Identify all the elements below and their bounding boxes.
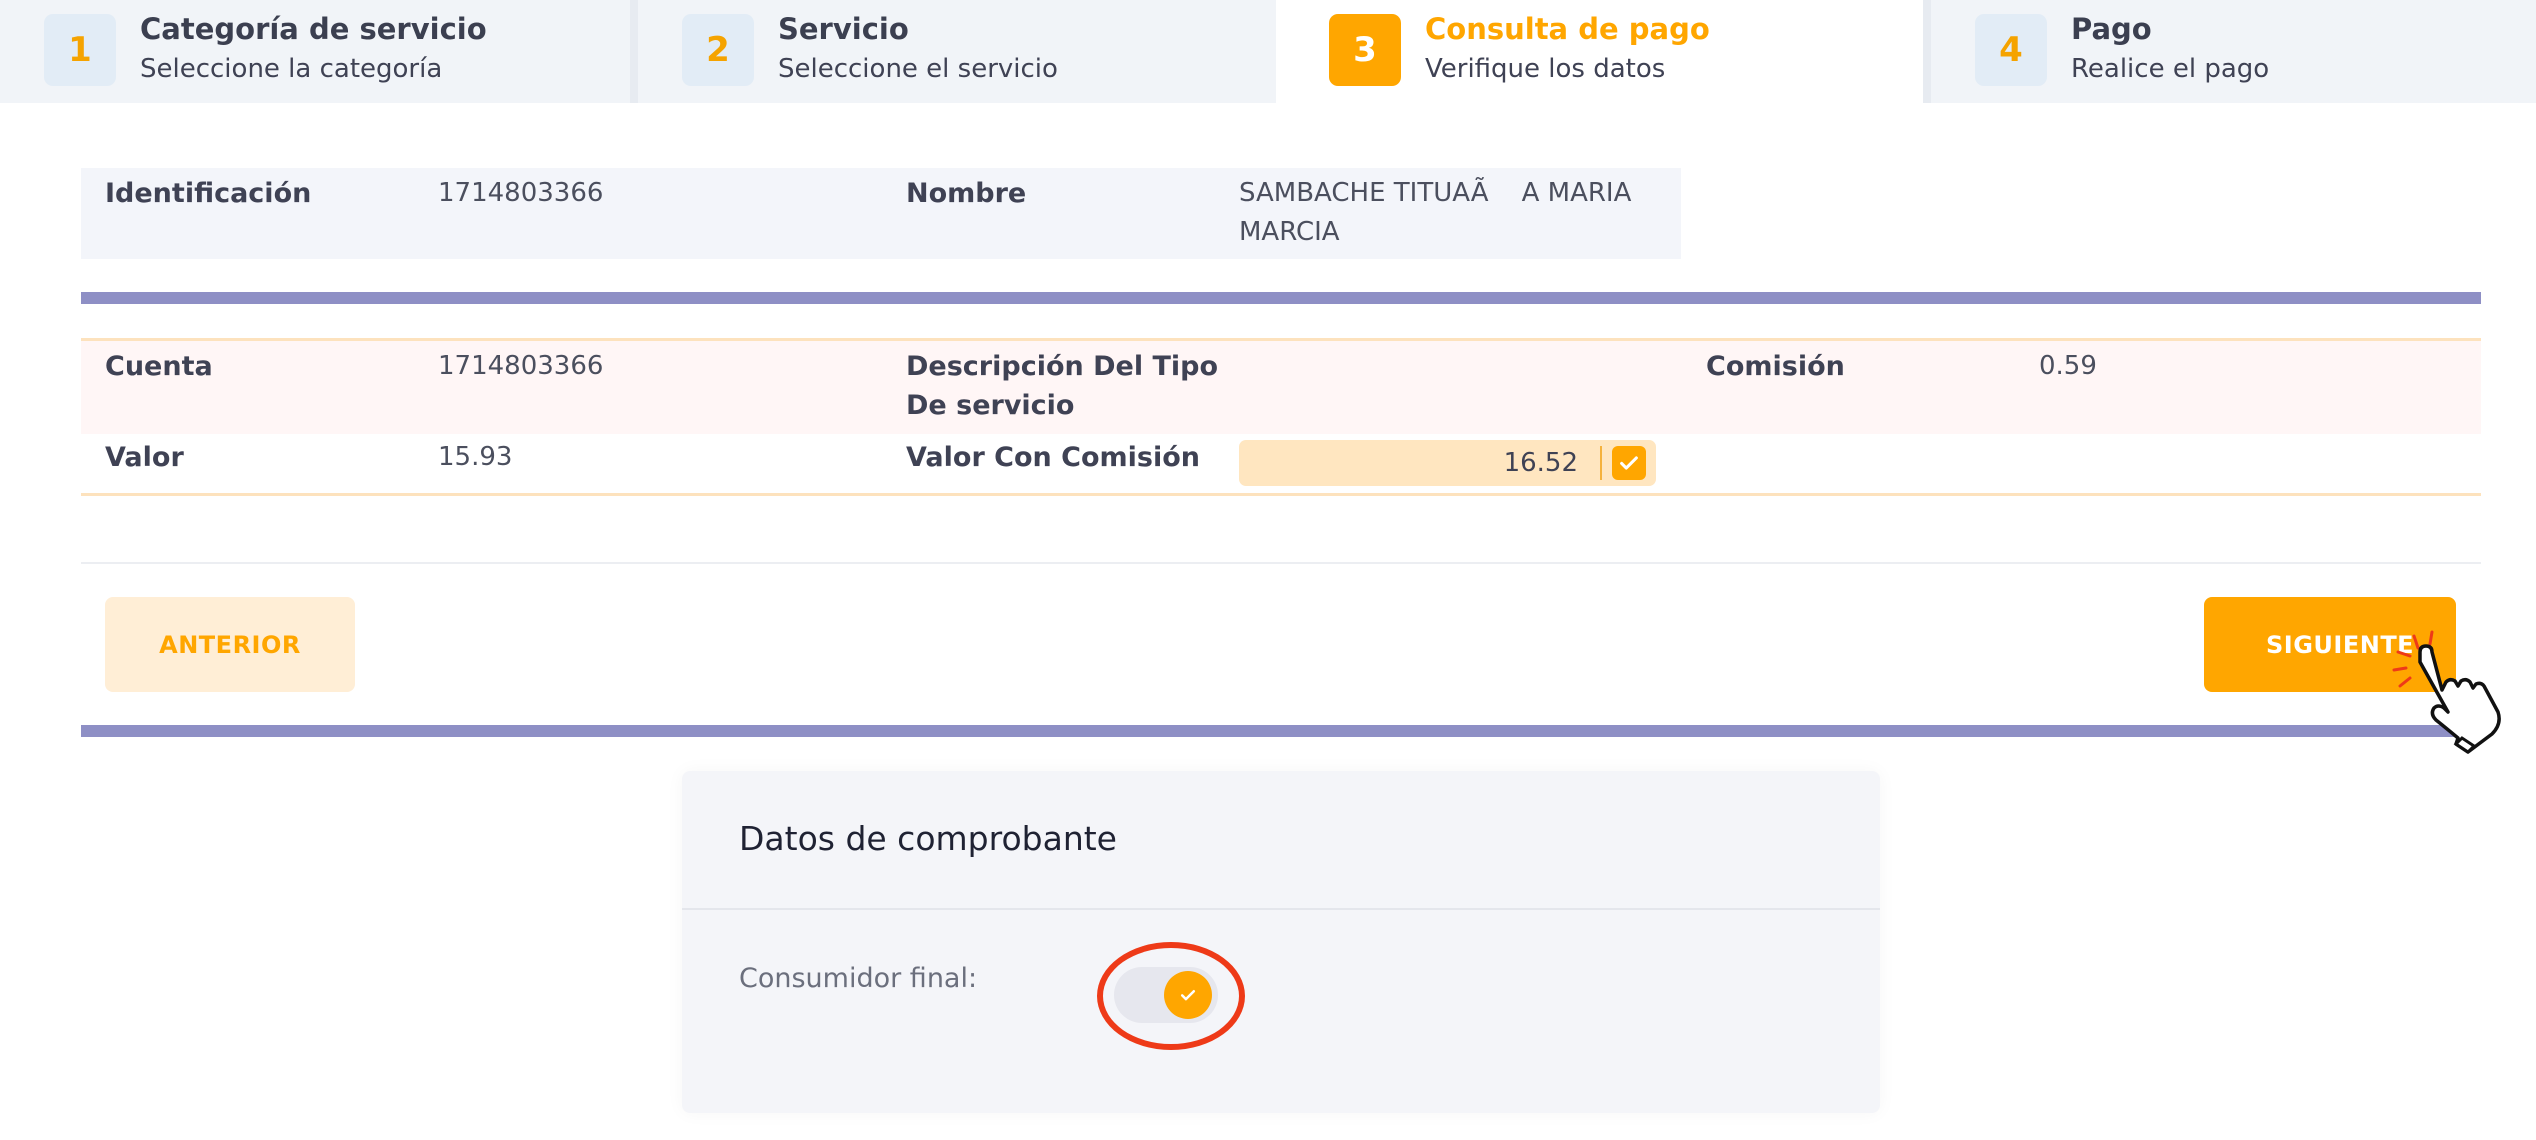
value-with-commission-field[interactable]: 16.52 [1239, 440, 1656, 486]
toggle-check-icon [1164, 971, 1212, 1019]
step-subtitle: Seleccione el servicio [778, 54, 1058, 84]
check-icon[interactable] [1612, 446, 1646, 480]
step-number: 1 [44, 14, 116, 86]
name-label: Nombre [906, 178, 1027, 209]
service-description-label-line1: Descripción Del Tipo [906, 351, 1219, 382]
value-label: Valor [105, 442, 184, 473]
step-subtitle: Seleccione la categoría [140, 54, 443, 84]
step-number: 2 [682, 14, 754, 86]
name-value-line1: SAMBACHE TITUAÃ A MARIA [1239, 178, 1632, 208]
actions-separator [81, 562, 2481, 564]
commission-value: 0.59 [2039, 351, 2097, 381]
step-subtitle: Realice el pago [2071, 54, 2270, 84]
step-4[interactable]: 4 Pago Realice el pago [1931, 0, 2536, 103]
step-1[interactable]: 1 Categoría de servicio Seleccione la ca… [0, 0, 630, 103]
step-2[interactable]: 2 Servicio Seleccione el servicio [638, 0, 1276, 103]
step-title: Pago [2071, 12, 2152, 46]
section-divider-bottom [81, 725, 2481, 737]
name-value-line2: MARCIA [1239, 217, 1340, 247]
field-divider [1600, 446, 1602, 480]
stepper: 1 Categoría de servicio Seleccione la ca… [0, 0, 2536, 103]
step-title: Consulta de pago [1425, 12, 1710, 46]
next-button[interactable]: SIGUIENTE [2204, 597, 2456, 692]
identification-label: Identificación [105, 178, 312, 209]
value-value: 15.93 [438, 442, 513, 472]
value-with-commission-value: 16.52 [1503, 448, 1578, 478]
step-separator [630, 0, 638, 103]
step-title: Servicio [778, 12, 909, 46]
step-title: Categoría de servicio [140, 12, 487, 46]
voucher-card: Datos de comprobante Consumidor final: [682, 771, 1880, 1113]
voucher-separator [682, 908, 1880, 910]
service-description-label-line2: De servicio [906, 390, 1075, 421]
previous-button[interactable]: ANTERIOR [105, 597, 355, 692]
step-separator [1923, 0, 1931, 103]
step-3[interactable]: 3 Consulta de pago Verifique los datos [1285, 0, 1923, 103]
commission-label: Comisión [1706, 351, 1845, 382]
value-with-commission-label: Valor Con Comisión [906, 442, 1200, 473]
step-number: 3 [1329, 14, 1401, 86]
section-divider [81, 292, 2481, 304]
final-consumer-label: Consumidor final: [739, 963, 978, 994]
voucher-title: Datos de comprobante [739, 819, 1117, 858]
step-subtitle: Verifique los datos [1425, 54, 1666, 84]
final-consumer-toggle[interactable] [1114, 967, 1218, 1023]
step-number: 4 [1975, 14, 2047, 86]
identification-value: 1714803366 [438, 178, 604, 208]
account-value: 1714803366 [438, 351, 604, 381]
account-label: Cuenta [105, 351, 213, 382]
